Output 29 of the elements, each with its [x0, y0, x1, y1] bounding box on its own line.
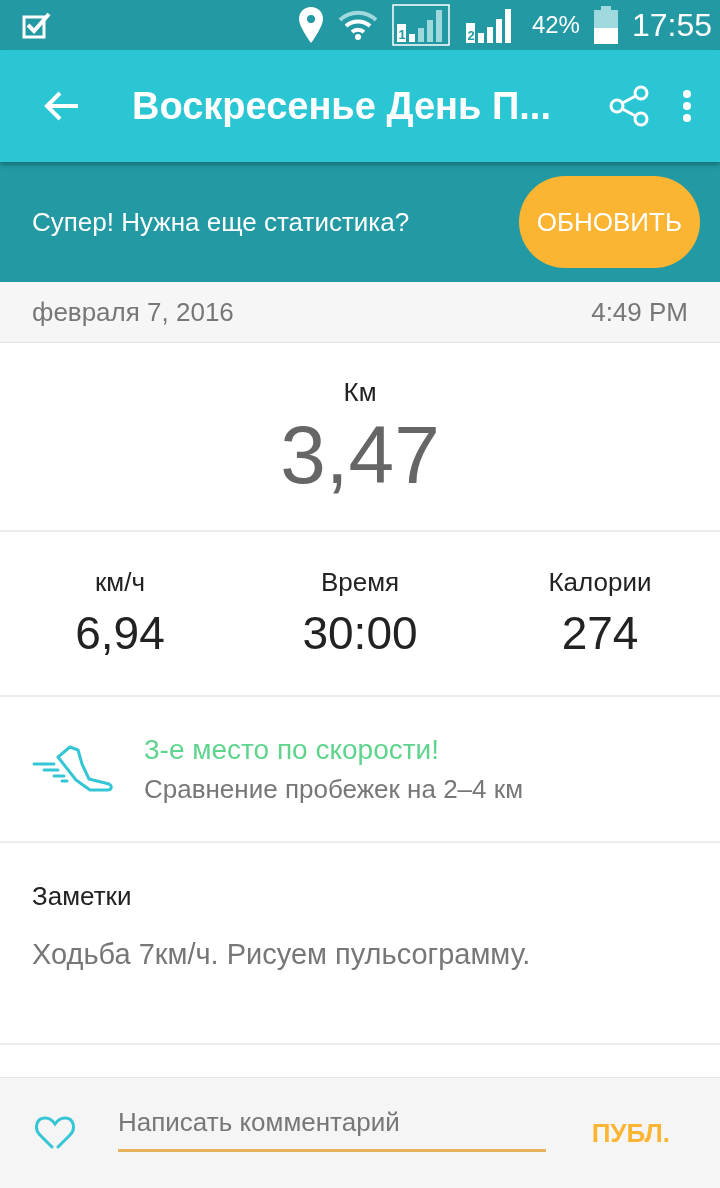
notes-heading: Заметки	[32, 881, 133, 912]
stat-value: 30:00	[302, 606, 418, 660]
running-shoe-icon	[32, 745, 114, 793]
wifi-icon	[337, 10, 378, 40]
update-button[interactable]: ОБНОВИТЬ	[518, 176, 700, 268]
signal-icon: 1	[391, 4, 450, 46]
share-icon	[608, 85, 650, 127]
stat-label: Время	[320, 567, 400, 598]
time: 4:49 PM	[591, 296, 688, 328]
publish-button[interactable]: ПУБЛ.	[585, 1116, 676, 1150]
ranking-subtitle: Сравнение пробежек на 2–4 км	[144, 773, 523, 805]
stat-value: 274	[561, 606, 639, 660]
distance-label: Км	[343, 377, 377, 408]
date: февраля 7, 2016	[32, 296, 234, 328]
stat-label: км/ч	[95, 567, 145, 598]
banner-text: Супер! Нужна еще статистика?	[32, 206, 411, 238]
clock: 17:55	[631, 6, 712, 44]
battery-percent: 42%	[531, 11, 580, 39]
distance-value: 3,47	[280, 414, 440, 496]
back-icon	[44, 90, 80, 122]
notes-text: Ходьба 7км/ч. Рисуем пульсограмму.	[32, 938, 532, 971]
checkbox-icon	[22, 11, 52, 39]
battery-icon	[593, 6, 618, 44]
stat-value: 6,94	[75, 606, 165, 660]
more-icon	[682, 89, 692, 123]
window-title: Воскресенье День П...	[132, 84, 552, 128]
ranking-title: 3-е место по скорости!	[144, 733, 440, 766]
stat-label: Калории	[548, 567, 652, 598]
location-icon	[297, 7, 324, 43]
